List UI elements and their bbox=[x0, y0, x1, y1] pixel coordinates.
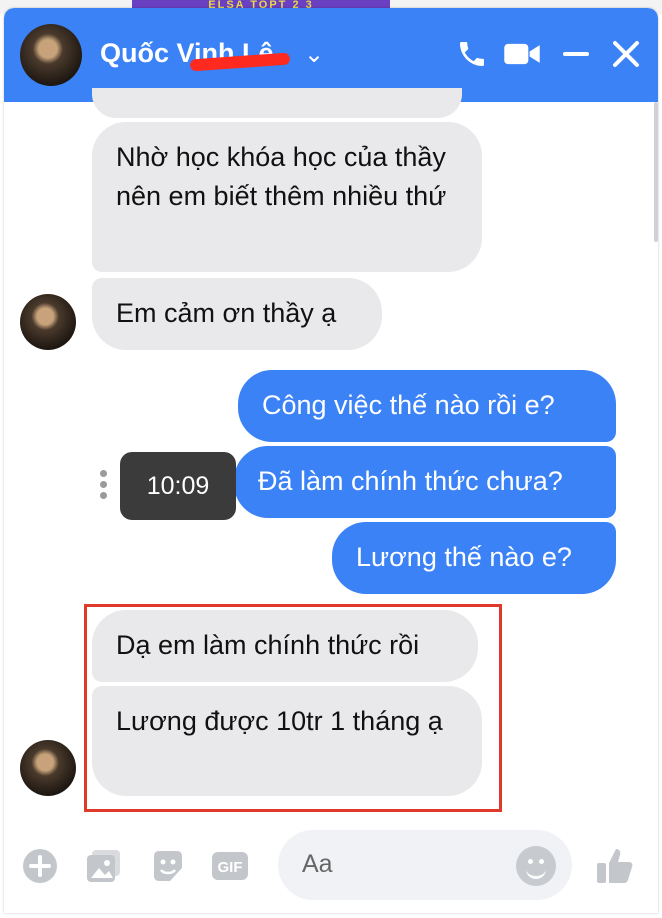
contact-avatar[interactable] bbox=[20, 24, 82, 86]
add-icon[interactable] bbox=[20, 846, 60, 886]
message-input[interactable]: Aa bbox=[278, 830, 572, 900]
close-icon[interactable] bbox=[606, 32, 646, 76]
contact-avatar-small[interactable] bbox=[20, 294, 76, 350]
timestamp-tooltip: 10:09 bbox=[120, 452, 236, 520]
message-outgoing[interactable]: Đã làm chính thức chưa? bbox=[234, 446, 616, 518]
svg-text:GIF: GIF bbox=[218, 859, 243, 876]
more-options-icon[interactable] bbox=[100, 470, 108, 500]
minimize-icon[interactable] bbox=[556, 32, 596, 76]
message-incoming-partial[interactable] bbox=[92, 88, 462, 118]
contact-avatar-small[interactable] bbox=[20, 740, 76, 796]
message-incoming[interactable]: Dạ em làm chính thức rồi bbox=[92, 610, 478, 682]
chevron-down-icon[interactable]: ⌄ bbox=[304, 40, 324, 69]
message-incoming[interactable]: Em cảm ơn thầy ạ bbox=[92, 278, 382, 350]
gif-icon[interactable]: GIF bbox=[210, 846, 250, 886]
message-outgoing[interactable]: Công việc thế nào rồi e? bbox=[238, 370, 616, 442]
sticker-icon[interactable] bbox=[148, 846, 188, 886]
composer-bar: GIF Aa bbox=[4, 822, 658, 913]
scrollbar[interactable] bbox=[654, 102, 658, 242]
like-thumbs-up-icon[interactable] bbox=[592, 846, 640, 886]
video-camera-icon[interactable] bbox=[502, 32, 542, 76]
phone-icon[interactable] bbox=[452, 32, 492, 76]
message-incoming[interactable]: Lương được 10tr 1 tháng ạ bbox=[92, 686, 482, 796]
message-outgoing[interactable]: Lương thế nào e? bbox=[332, 522, 616, 594]
message-input-placeholder: Aa bbox=[302, 850, 333, 878]
emoji-icon[interactable] bbox=[516, 846, 556, 886]
photo-icon[interactable] bbox=[84, 846, 124, 886]
chat-window: Quốc Vinh Lê ⌄ Nhờ học khóa học của thầy… bbox=[4, 8, 658, 913]
message-incoming[interactable]: Nhờ học khóa học của thầy nên em biết th… bbox=[92, 122, 482, 272]
